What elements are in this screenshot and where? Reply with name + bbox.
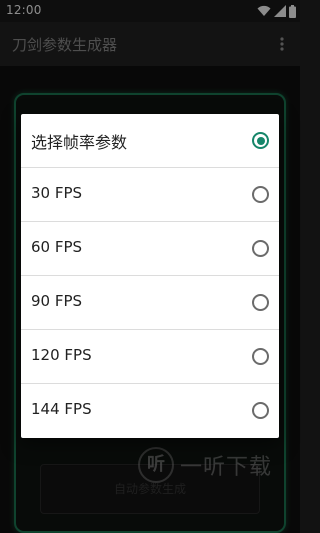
option-60fps[interactable]: 60 FPS	[21, 222, 279, 276]
radio-unchecked-icon[interactable]	[252, 402, 269, 419]
option-label: 144 FPS	[31, 400, 92, 418]
fps-select-dialog: 选择帧率参数 30 FPS 60 FPS 90 FPS 120 FPS 144 …	[21, 114, 279, 438]
option-90fps[interactable]: 90 FPS	[21, 276, 279, 330]
radio-unchecked-icon[interactable]	[252, 186, 269, 203]
option-144fps[interactable]: 144 FPS	[21, 384, 279, 438]
option-label: 90 FPS	[31, 292, 83, 310]
option-label: 选择帧率参数	[31, 133, 128, 152]
option-label: 30 FPS	[31, 184, 83, 202]
radio-checked-icon[interactable]	[252, 132, 269, 149]
option-120fps[interactable]: 120 FPS	[21, 330, 279, 384]
option-select-fps[interactable]: 选择帧率参数	[21, 114, 279, 168]
option-label: 120 FPS	[31, 346, 92, 364]
option-label: 60 FPS	[31, 238, 83, 256]
radio-unchecked-icon[interactable]	[252, 294, 269, 311]
option-30fps[interactable]: 30 FPS	[21, 168, 279, 222]
radio-unchecked-icon[interactable]	[252, 348, 269, 365]
radio-unchecked-icon[interactable]	[252, 240, 269, 257]
